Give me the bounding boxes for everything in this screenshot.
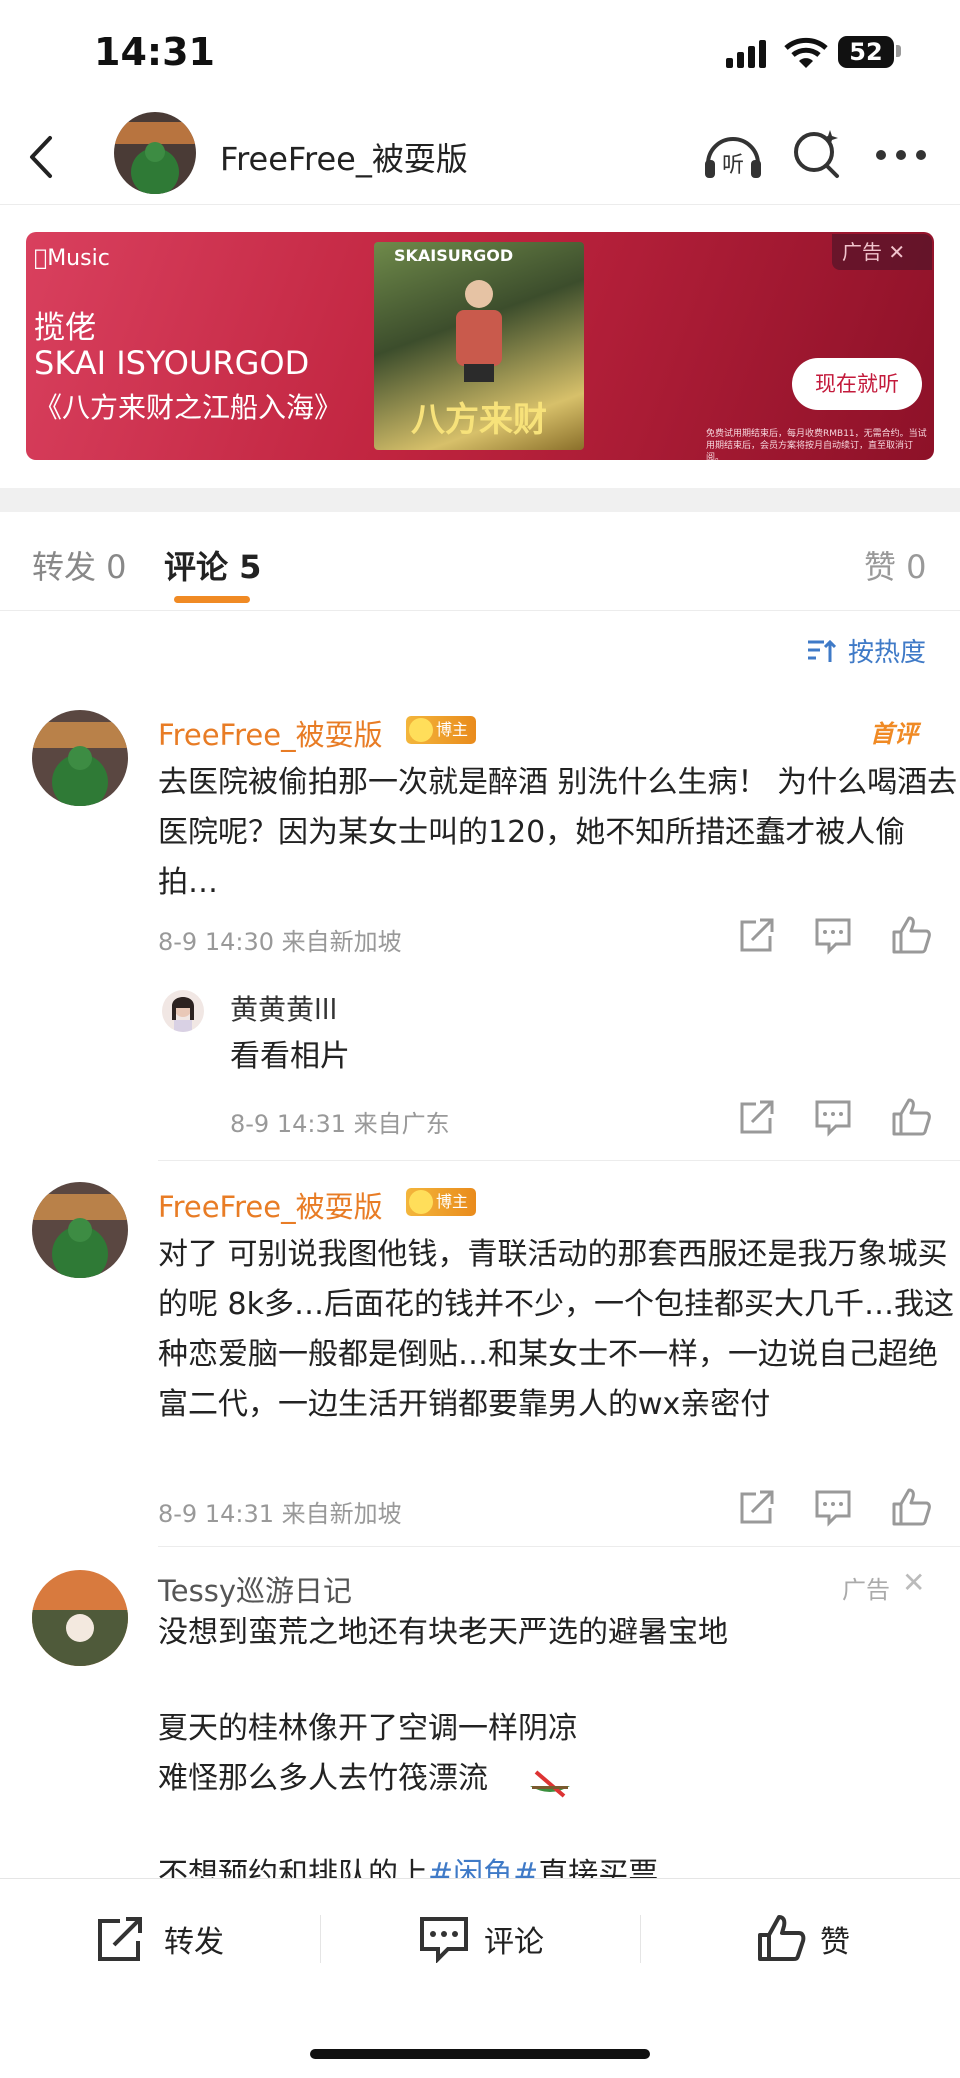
commenter-name[interactable]: FreeFree_被耍版 [158,1184,383,1226]
author-avatar[interactable] [114,112,196,194]
crown-icon [409,1190,433,1214]
ad-banner[interactable]: Music 揽佬 SKAI ISYOURGOD 《八方来财之江船入海》 SKA… [26,232,934,460]
listen-label: 听 [722,153,744,178]
ad-text-line1: 没想到蛮荒之地还有块老天严选的避暑宝地 [158,1615,728,1650]
canoe-emoji-icon [528,1768,572,1800]
more-options-icon[interactable] [874,148,928,162]
repost-label: 转发 [164,1925,224,1960]
reply-text: 看看相片 [230,1039,350,1074]
tab-repost[interactable]: 转发 0 [32,542,127,588]
reply-icon[interactable] [812,1096,854,1138]
blogger-badge-label: 博主 [436,1192,469,1211]
banner-artist-en: SKAI ISYOURGOD [34,344,310,382]
home-indicator [310,2049,650,2059]
section-gap [0,488,960,512]
ad-commenter-avatar[interactable] [32,1570,128,1666]
sort-icon [808,639,836,662]
share-icon[interactable] [736,1096,778,1138]
ad-text-line2: 夏天的桂林像开了空调一样阴凉 [158,1711,578,1746]
close-ad-icon[interactable]: ✕ [902,1566,925,1599]
reply-icon[interactable] [812,914,854,956]
repost-icon [98,1917,142,1961]
nav-title: FreeFree_被耍版 [220,140,468,178]
comment-text: 去医院被偷拍那一次就是醉酒 别洗什么生病！ 为什么喝酒去医院呢？因为某女士叫的1… [158,765,958,900]
battery-tip [896,45,901,57]
comment-divider [158,1546,960,1547]
cover-title: 八方来财 [411,400,547,440]
music-brand-label: Music [34,246,110,271]
close-icon[interactable]: ✕ [888,240,905,264]
reply-icon[interactable] [812,1486,854,1528]
battery-icon: 52 [838,36,894,68]
cover-top-text: SKAISURGOD [394,246,514,265]
banner-artist: 揽佬 [34,310,96,346]
comment-icon [420,1917,468,1963]
ad-badge[interactable]: 广告 ✕ [832,234,932,270]
tabs-divider [0,610,960,611]
bottom-divider [320,1915,321,1963]
first-comment-badge: 首评 [870,720,918,748]
comment-meta: 8-9 14:31 来自新加坡 [158,1500,402,1528]
comment-text: 对了 可别说我图他钱，青联活动的那套西服还是我万象城买的呢 8k多…后面花的钱并… [158,1237,954,1422]
nav-divider [0,204,960,205]
reply-meta: 8-9 14:31 来自广东 [230,1110,450,1138]
comment-meta: 8-9 14:30 来自新加坡 [158,928,402,956]
blogger-badge: 博主 [406,716,476,744]
cellular-signal-icon [726,40,766,68]
bottom-action-bar: 转发 评论 赞 [0,1878,960,2078]
listen-now-button[interactable]: 现在就听 [792,358,922,410]
active-tab-indicator [174,596,250,603]
ad-label: 广告 [842,1576,890,1604]
like-icon[interactable] [890,1096,932,1138]
sort-label: 按热度 [848,638,927,668]
reply-avatar[interactable] [162,990,204,1032]
album-cover-image: SKAISURGOD 八方来财 [374,242,584,450]
listen-headphones-icon[interactable]: 听 [702,130,764,180]
commenter-avatar[interactable] [32,710,128,806]
crown-icon [409,718,433,742]
ad-text-line3: 难怪那么多人去竹筏漂流 [158,1761,488,1796]
like-icon[interactable] [890,1486,932,1528]
ad-badge-label: 广告 [842,240,882,264]
tab-like[interactable]: 赞 0 [864,542,927,588]
banner-album: 《八方来财之江船入海》 [34,391,343,424]
search-icon[interactable] [792,128,842,182]
tab-comment[interactable]: 评论 5 [164,542,261,588]
bottom-divider [640,1915,641,1963]
ad-commenter-name[interactable]: Tessy巡游日记 [158,1568,352,1610]
commenter-avatar[interactable] [32,1182,128,1278]
blogger-badge-label: 博主 [436,720,469,739]
banner-fine-print: 免费试用期结束后，每月收费RMB11，无需合约。当试用期结束后，会员方案将按月自… [706,429,927,460]
status-time: 14:31 [94,30,215,74]
share-icon[interactable] [736,1486,778,1528]
like-label: 赞 [820,1925,850,1960]
share-icon[interactable] [736,914,778,956]
apple-music-logo: Music [34,246,110,271]
like-icon[interactable] [890,914,932,956]
wifi-icon [784,36,828,70]
thumbs-up-icon [758,1915,806,1961]
comment-divider [158,1160,960,1161]
comment-label: 评论 [484,1925,544,1960]
commenter-name[interactable]: FreeFree_被耍版 [158,712,383,754]
reply-user-name[interactable]: 黄黄黄lll [230,988,337,1028]
back-arrow-icon[interactable] [22,132,62,182]
blogger-badge: 博主 [406,1188,476,1216]
